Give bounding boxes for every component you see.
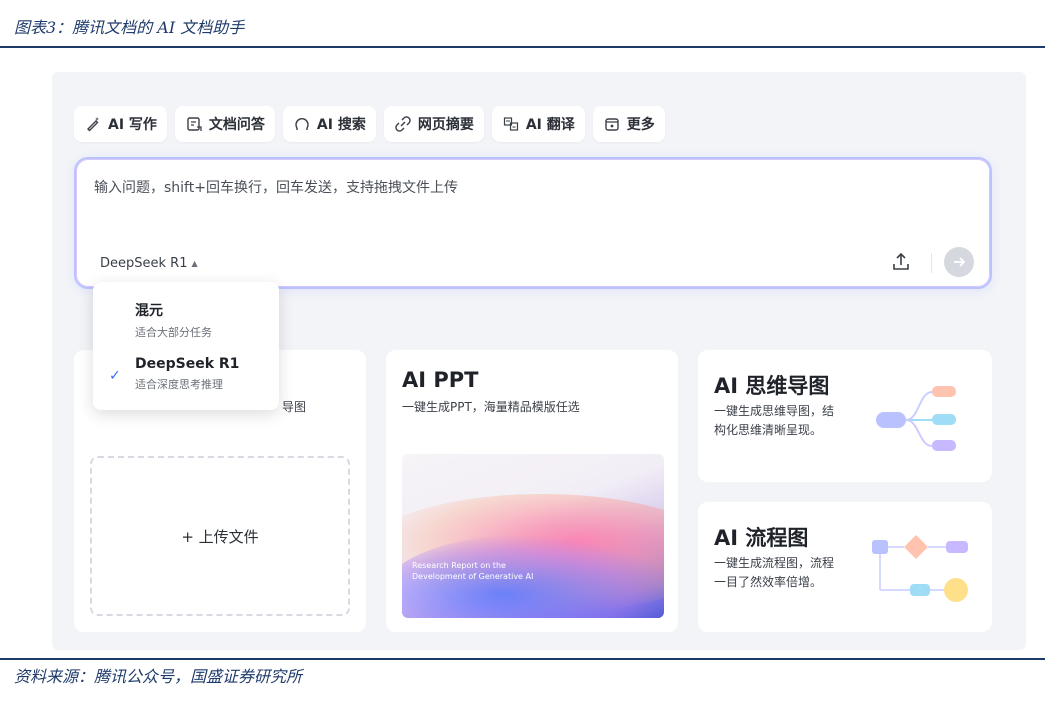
upload-icon — [893, 252, 909, 270]
mindmap-card[interactable]: AI 思维导图 一键生成思维导图，结 构化思维清晰呈现。 — [698, 350, 992, 482]
desc-line: 一目了然效率倍增。 — [714, 575, 823, 589]
tool-label: 网页摘要 — [417, 117, 474, 133]
tool-ai-search[interactable]: AI 搜索 — [282, 106, 376, 142]
input-divider — [931, 253, 932, 273]
tool-label: AI 写作 — [108, 117, 157, 133]
model-option-deepseek[interactable]: DeepSeek R1 适合深度思考推理 — [135, 356, 239, 392]
mindmap-illustration — [876, 386, 956, 451]
upload-label: + 上传文件 — [181, 527, 259, 546]
doc-chat-icon — [185, 115, 203, 133]
send-button[interactable] — [944, 247, 974, 277]
upload-card-partial-text: 导图 — [282, 400, 307, 414]
option-name: 混元 — [135, 303, 163, 319]
input-placeholder[interactable]: 输入问题，shift+回车换行，回车发送，支持拖拽文件上传 — [94, 177, 458, 197]
check-icon: ✓ — [109, 368, 121, 384]
model-select-value: DeepSeek R1 — [100, 255, 188, 271]
desc-line: 一键生成流程图，流程 — [714, 556, 835, 570]
tool-doc-qa[interactable]: 文档问答 — [174, 106, 275, 142]
desc-line: 一键生成思维导图，结 — [714, 404, 835, 418]
arrow-right-icon — [954, 257, 966, 267]
upload-button[interactable] — [890, 251, 914, 275]
pen-sparkle-icon — [84, 115, 102, 133]
flowchart-card[interactable]: AI 流程图 一键生成流程图，流程 一目了然效率倍增。 — [698, 502, 992, 632]
preview-line: Development of Generative AI — [412, 572, 534, 581]
tool-label: AI 翻译 — [525, 117, 575, 133]
card-title: AI PPT — [402, 368, 479, 392]
option-desc: 适合大部分任务 — [135, 326, 212, 339]
figure-caption: 图表3：腾讯文档的 AI 文档助手 — [14, 18, 245, 37]
bottom-rule — [0, 658, 1045, 660]
card-title: AI 流程图 — [714, 526, 809, 550]
tool-more[interactable]: 更多 — [592, 106, 665, 142]
more-box-icon — [603, 115, 621, 133]
desc-line: 构化思维清晰呈现。 — [714, 423, 823, 437]
card-desc: 一键生成PPT，海量精品模版任选 — [402, 400, 580, 414]
figure-source: 资料来源：腾讯公众号，国盛证券研究所 — [14, 667, 303, 686]
caret-up-icon: ▲ — [191, 258, 198, 268]
option-name: DeepSeek R1 — [135, 356, 240, 372]
tool-label: AI 搜索 — [316, 117, 366, 133]
tool-label: 更多 — [626, 117, 655, 133]
tool-label: 文档问答 — [208, 117, 265, 133]
ppt-card[interactable]: AI PPT 一键生成PPT，海量精品模版任选 Research Report … — [386, 350, 678, 632]
card-desc: 一键生成流程图，流程 一目了然效率倍增。 — [714, 554, 834, 592]
tool-ai-translate[interactable]: AI 翻译 — [491, 106, 585, 142]
search-icon — [293, 115, 311, 133]
card-title: AI 思维导图 — [714, 374, 830, 398]
top-rule — [0, 46, 1045, 48]
upload-dropzone[interactable]: + 上传文件 — [90, 456, 350, 616]
toolbar: AI 写作 文档问答 AI 搜索 网页摘要 AI 翻译 更多 — [74, 106, 665, 142]
translate-icon — [502, 115, 520, 133]
model-dropdown: 混元 适合大部分任务 ✓ DeepSeek R1 适合深度思考推理 — [93, 282, 279, 410]
card-desc: 一键生成思维导图，结 构化思维清晰呈现。 — [714, 402, 834, 440]
ppt-preview-image: Research Report on the Development of Ge… — [402, 454, 664, 618]
tool-web-summary[interactable]: 网页摘要 — [383, 106, 484, 142]
model-option-hunyuan[interactable]: 混元 适合大部分任务 — [135, 300, 212, 340]
preview-title: Research Report on the Development of Ge… — [412, 560, 533, 582]
tool-ai-write[interactable]: AI 写作 — [74, 106, 167, 142]
option-desc: 适合深度思考推理 — [135, 378, 223, 391]
model-select[interactable]: DeepSeek R1 ▲ — [92, 249, 206, 277]
link-icon — [394, 115, 412, 133]
preview-line: Research Report on the — [412, 561, 506, 570]
chat-input-box[interactable]: 输入问题，shift+回车换行，回车发送，支持拖拽文件上传 DeepSeek R… — [74, 157, 992, 289]
flowchart-illustration — [872, 535, 968, 602]
